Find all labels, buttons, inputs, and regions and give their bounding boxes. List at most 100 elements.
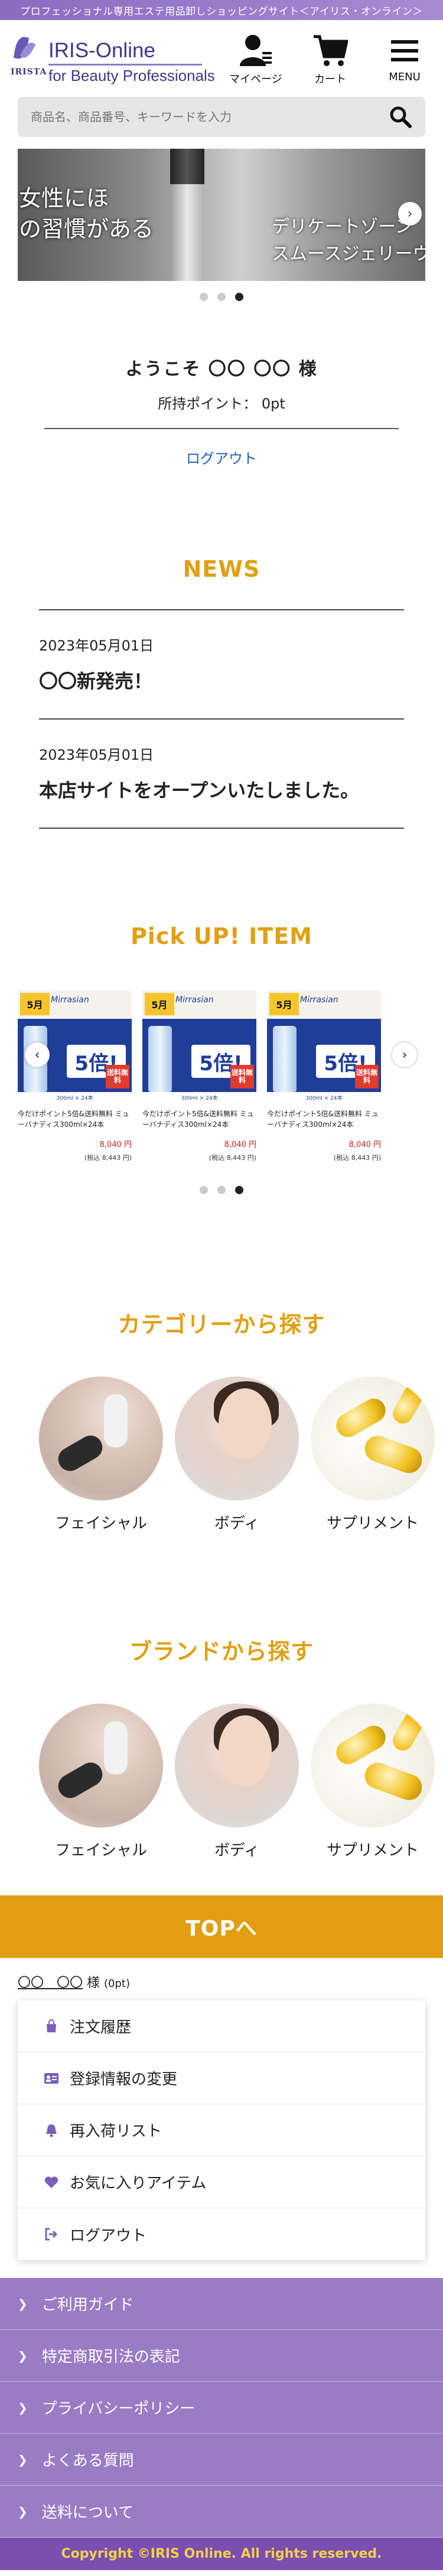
brand-item[interactable]: ボディ <box>175 1704 299 1860</box>
brand-label: フェイシャル <box>54 1842 147 1859</box>
carousel-dot[interactable] <box>200 293 208 301</box>
logo-brand: IRISTA <box>11 67 47 77</box>
product-price: 8,040 円 <box>99 1140 132 1149</box>
mypage-panel: 〇〇 〇〇 様 (0pt) 注文履歴 登録情報の変更 再入荷リスト お気に入りア… <box>0 1972 443 2260</box>
carousel-dot[interactable] <box>217 293 226 301</box>
news-section: NEWS 2023年05月01日 〇〇新発売！ 2023年05月01日 本店サイ… <box>0 556 443 829</box>
product-price: 8,040 円 <box>348 1140 381 1149</box>
footer-link-shipping[interactable]: ❯ 送料について <box>0 2486 443 2538</box>
site-logo[interactable]: IRISTA IRIS-Online for Beauty Profession… <box>8 32 215 85</box>
menu-profile-edit[interactable]: 登録情報の変更 <box>18 2052 425 2104</box>
user-icon <box>240 35 272 66</box>
product-next-button[interactable]: › <box>392 1042 417 1067</box>
footer-links: ❯ ご利用ガイド ❯ 特定商取引法の表記 ❯ プライバシーポリシー ❯ よくある質問 ❯… <box>0 2278 443 2538</box>
product-card[interactable]: 5月 Mirrasian 5倍! 送料無料 300ml × 24本 今だけポイン… <box>142 990 256 1162</box>
product-brand-mark: Mirrasian <box>300 995 338 1005</box>
announcement-text: プロフェッショナル専用エステ用品卸しショッピングサイト＜アイリス・オンライン＞ <box>20 5 423 18</box>
cart-button[interactable]: カート <box>304 34 357 86</box>
chevron-right-icon: ❯ <box>18 2452 28 2467</box>
menu-favorites[interactable]: お気に入りアイテム <box>18 2156 425 2208</box>
product-card[interactable]: 5月 Mirrasian 5倍! 送料無料 300ml × 24本 今だけポイン… <box>18 990 132 1162</box>
product-price-tax: (税込 8,443 円) <box>84 1154 132 1162</box>
product-price-tax: (税込 8,443 円) <box>333 1154 381 1162</box>
product-carousel[interactable]: 5月 Mirrasian 5倍! 送料無料 300ml × 24本 今だけポイン… <box>18 990 425 1162</box>
news-title: NEWS <box>183 556 260 582</box>
member-name-link[interactable]: 〇〇 〇〇 <box>18 1976 83 1990</box>
news-item[interactable]: 2023年05月01日 本店サイトをオープンいたしました。 <box>39 718 404 829</box>
category-facial[interactable]: フェイシャル <box>39 1377 163 1533</box>
welcome-user-name: ようこそ 〇〇 〇〇 様 <box>125 359 318 380</box>
category-body[interactable]: ボディ <box>175 1377 299 1533</box>
menu-button[interactable]: MENU <box>378 34 431 86</box>
points-balance: 所持ポイント： 0pt <box>158 395 285 412</box>
search-input[interactable] <box>31 110 389 124</box>
search-icon[interactable] <box>389 105 412 129</box>
footer-link-guide[interactable]: ❯ ご利用ガイド <box>0 2278 443 2330</box>
back-to-top-button[interactable]: TOPへ <box>0 1895 443 1958</box>
member-name: 〇〇 〇〇 様 (0pt) <box>0 1972 443 1991</box>
product-name: 今だけポイント5倍&送料無料 ミューバナディス300ml×24本 <box>142 1110 254 1129</box>
menu-logout[interactable]: ログアウト <box>18 2208 425 2260</box>
menu-label: 再入荷リスト <box>70 2123 162 2140</box>
footer-link-legal[interactable]: ❯ 特定商取引法の表記 <box>0 2330 443 2382</box>
search-bar <box>18 97 425 137</box>
brand-item[interactable]: サプリメント <box>311 1704 435 1860</box>
brand-title: ブランドから探す <box>129 1639 314 1665</box>
carousel-dot[interactable] <box>200 1186 208 1194</box>
product-prev-button[interactable]: ‹ <box>25 1042 50 1067</box>
menu-restock-list[interactable]: 再入荷リスト <box>18 2104 425 2156</box>
brand-item[interactable]: フェイシャル <box>39 1704 163 1860</box>
product-name: 今だけポイント5倍&送料無料 ミューバナディス300ml×24本 <box>18 1110 129 1129</box>
supplement-image <box>311 1377 435 1501</box>
chevron-right-icon: › <box>402 1047 408 1063</box>
bag-icon <box>41 2019 61 2034</box>
mypage-label: マイページ <box>229 73 282 86</box>
footer-link-label: 特定商取引法の表記 <box>41 2348 180 2366</box>
news-item[interactable]: 2023年05月01日 〇〇新発売！ <box>39 609 404 718</box>
carousel-dot-active[interactable] <box>235 1186 243 1194</box>
product-strip: 300ml × 24本 <box>267 1092 381 1103</box>
free-shipping-badge: 送料無料 <box>355 1065 379 1088</box>
footer-link-faq[interactable]: ❯ よくある質問 <box>0 2434 443 2486</box>
carousel-dot-active[interactable] <box>235 293 243 301</box>
chevron-right-icon: ❯ <box>18 2400 28 2415</box>
chevron-right-icon: ❯ <box>18 2348 28 2363</box>
menu-order-history[interactable]: 注文履歴 <box>18 2000 425 2052</box>
member-points: (0pt) <box>104 1977 130 1990</box>
logo-subtitle: for Beauty Professionals <box>48 67 215 84</box>
free-shipping-badge: 送料無料 <box>106 1065 129 1088</box>
cart-icon <box>314 35 348 66</box>
footer-link-privacy[interactable]: ❯ プライバシーポリシー <box>0 2382 443 2434</box>
category-label: ボディ <box>214 1515 260 1532</box>
pickup-title: Pick UP! ITEM <box>130 923 312 949</box>
chevron-right-icon: › <box>407 206 413 221</box>
product-strip: 300ml × 24本 <box>142 1092 256 1103</box>
product-strip: 300ml × 24本 <box>18 1092 132 1103</box>
welcome-panel: ようこそ 〇〇 〇〇 様 所持ポイント： 0pt ログアウト <box>0 354 443 468</box>
product-brand-mark: Mirrasian <box>175 995 214 1005</box>
category-supplement[interactable]: サプリメント <box>311 1377 435 1533</box>
logo-title: IRIS-Online <box>48 39 202 66</box>
chevron-right-icon: ❯ <box>18 2296 28 2311</box>
product-image: 5月 Mirrasian 5倍! 送料無料 300ml × 24本 <box>142 990 256 1103</box>
pickup-section: Pick UP! ITEM 5月 Mirrasian 5倍! 送料無料 300m… <box>0 923 443 1194</box>
product-card[interactable]: 5月 Mirrasian 5倍! 送料無料 300ml × 24本 今だけポイン… <box>267 990 381 1162</box>
hero-carousel-dots <box>0 293 443 301</box>
hero-carousel[interactable]: 女性にほ の習慣がある デリケートゾーン スムースジェリーウ › <box>18 149 425 281</box>
brand-label: サプリメント <box>326 1842 419 1859</box>
brand-label: ボディ <box>214 1842 260 1859</box>
carousel-next-button[interactable]: › <box>398 202 422 225</box>
logout-link[interactable]: ログアウト <box>0 447 443 468</box>
id-card-icon <box>41 2072 61 2085</box>
mypage-menu: 注文履歴 登録情報の変更 再入荷リスト お気に入りアイテム ログアウト <box>18 2000 425 2260</box>
site-header: IRISTA IRIS-Online for Beauty Profession… <box>0 20 443 97</box>
category-label: フェイシャル <box>54 1515 147 1532</box>
footer-link-label: 送料について <box>41 2504 133 2522</box>
carousel-dot[interactable] <box>217 1186 226 1194</box>
news-date: 2023年05月01日 <box>39 747 154 763</box>
chevron-right-icon: ❯ <box>18 2504 28 2519</box>
footer-link-label: プライバシーポリシー <box>41 2400 196 2418</box>
facial-image <box>39 1377 163 1501</box>
product-carousel-dots <box>0 1186 443 1194</box>
mypage-button[interactable]: マイページ <box>229 34 282 86</box>
